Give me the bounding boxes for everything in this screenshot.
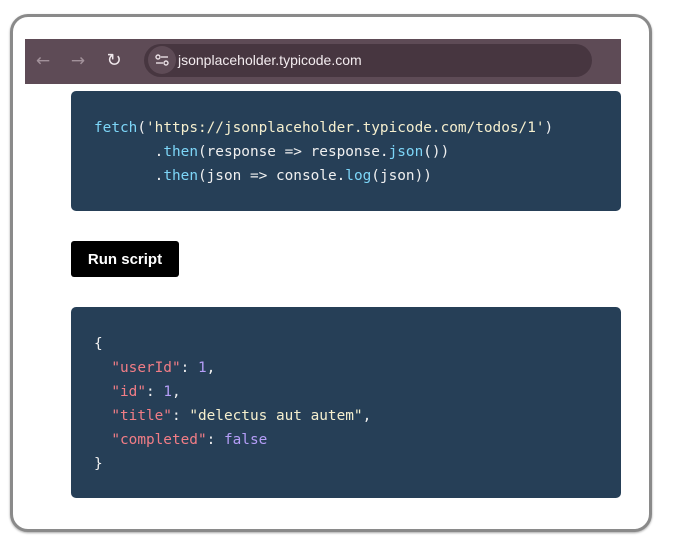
code-token: fetch <box>94 120 138 136</box>
code-token: : <box>145 384 164 400</box>
code-token: log <box>345 168 372 184</box>
code-token: (json)) <box>371 168 432 184</box>
json-value: "delectus aut autem" <box>189 408 363 424</box>
address-bar[interactable]: jsonplaceholder.typicode.com <box>144 44 592 77</box>
code-token: (json => console. <box>197 168 346 184</box>
browser-toolbar: ← → ↻ jsonplaceholder.typicode.com <box>25 39 621 84</box>
json-value: false <box>223 432 268 448</box>
request-code-block: fetch('https://jsonplaceholder.typicode.… <box>71 91 621 211</box>
json-key: "userId" <box>111 360 181 376</box>
json-value: 1 <box>197 360 207 376</box>
url-text[interactable]: jsonplaceholder.typicode.com <box>178 52 362 69</box>
code-token: ) <box>544 120 554 136</box>
response-json: { "userId": 1, "id": 1, "title": "delect… <box>94 332 598 476</box>
code-token: json <box>388 144 424 160</box>
site-settings-icon[interactable] <box>148 46 176 74</box>
json-key: "id" <box>111 384 146 400</box>
json-key: "title" <box>111 408 172 424</box>
code-token: then <box>163 144 198 160</box>
code-token: : <box>180 360 198 376</box>
code-token: , <box>362 408 372 424</box>
code-token: then <box>163 168 198 184</box>
json-key: "completed" <box>111 432 207 448</box>
code-token: (response => response. <box>197 144 389 160</box>
code-token: : <box>171 408 190 424</box>
code-token: ( <box>137 120 146 136</box>
code-token: } <box>94 456 103 472</box>
back-arrow-icon[interactable]: ← <box>31 49 55 73</box>
json-value: 1 <box>163 384 172 400</box>
code-token: ()) <box>423 144 450 160</box>
response-code-block: { "userId": 1, "id": 1, "title": "delect… <box>71 307 621 498</box>
request-code: fetch('https://jsonplaceholder.typicode.… <box>94 116 598 188</box>
code-url-literal: 'https://jsonplaceholder.typicode.com/to… <box>146 120 545 136</box>
run-script-button[interactable]: Run script <box>71 241 179 277</box>
code-token: , <box>171 384 181 400</box>
code-token: , <box>206 360 216 376</box>
code-token: { <box>94 336 103 352</box>
code-token: : <box>206 432 224 448</box>
forward-arrow-icon[interactable]: → <box>66 49 90 73</box>
reload-icon[interactable]: ↻ <box>102 49 126 73</box>
